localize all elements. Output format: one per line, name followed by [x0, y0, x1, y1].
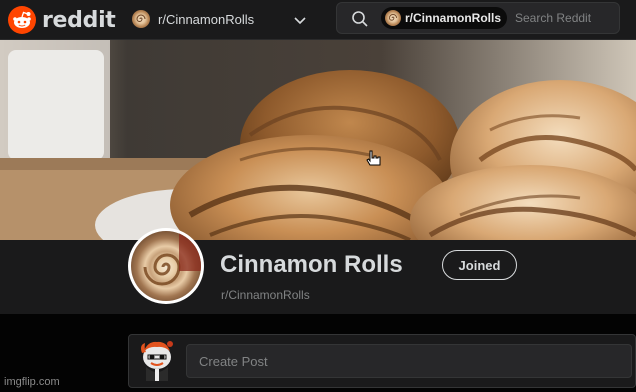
community-subtitle: r/CinnamonRolls — [221, 288, 310, 302]
community-mini-avatar — [132, 10, 150, 28]
chevron-down-icon — [294, 13, 306, 31]
community-dropdown[interactable]: r/CinnamonRolls — [128, 5, 308, 33]
watermark: imgflip.com — [4, 376, 60, 388]
community-icon — [128, 228, 204, 304]
search-input[interactable] — [515, 7, 615, 29]
reddit-home-link[interactable]: reddit — [8, 6, 116, 34]
community-mini-avatar — [385, 10, 401, 26]
search-icon — [351, 10, 369, 33]
banner-image — [0, 40, 636, 240]
search-bar[interactable]: r/CinnamonRolls — [336, 2, 620, 34]
cinnamon-roll-icon — [143, 231, 201, 286]
community-banner — [0, 40, 636, 240]
search-scope-label: r/CinnamonRolls — [405, 11, 502, 25]
top-navigation-bar: reddit r/CinnamonRolls r/CinnamonRolls S… — [0, 0, 636, 40]
reddit-wordmark: reddit — [42, 7, 116, 33]
community-title: Cinnamon Rolls — [220, 251, 403, 278]
create-post-input[interactable] — [186, 344, 632, 378]
community-dropdown-label: r/CinnamonRolls — [158, 11, 255, 27]
user-avatar[interactable] — [136, 337, 178, 381]
reddit-snoo-icon — [8, 6, 36, 34]
joined-button[interactable]: Joined — [442, 250, 517, 280]
search-scope-chip[interactable]: r/CinnamonRolls — [381, 7, 508, 29]
